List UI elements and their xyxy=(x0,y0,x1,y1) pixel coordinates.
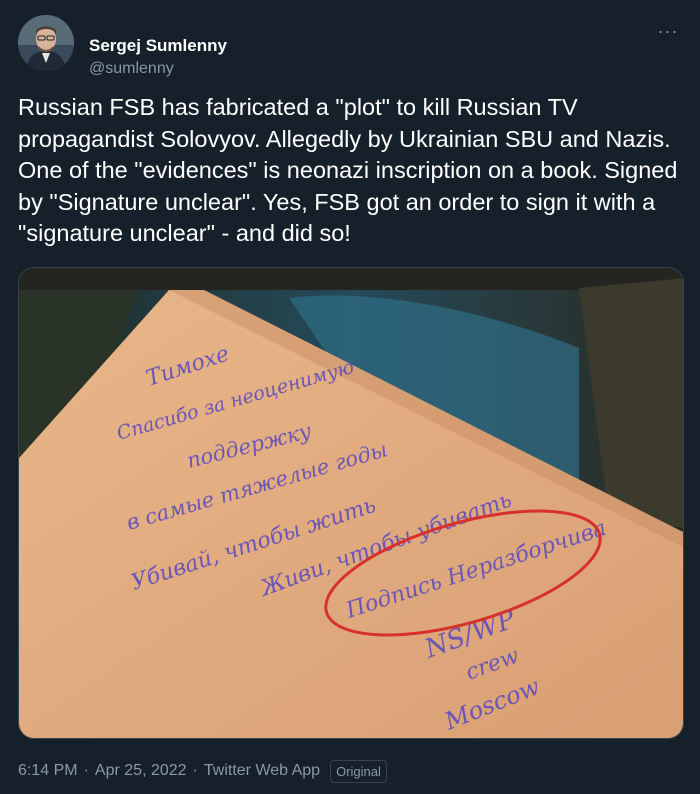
meta-separator: · xyxy=(192,762,198,779)
author-name[interactable]: Sergej Sumlenny xyxy=(89,36,227,56)
author-handle[interactable]: @sumlenny xyxy=(89,60,174,78)
tweet-image[interactable]: Тимохе Спасибо за неоценимую поддержку в… xyxy=(18,267,684,739)
tweet-metadata: 6:14 PM · Apr 25, 2022 · Twitter Web App… xyxy=(18,758,387,784)
more-options-icon[interactable]: ··· xyxy=(654,21,682,49)
tweet-header: Sergej Sumlenny @sumlenny ··· xyxy=(18,15,682,77)
book-photo: Тимохе Спасибо за неоценимую поддержку в… xyxy=(19,268,683,738)
tweet-date[interactable]: Apr 25, 2022 xyxy=(95,762,187,780)
tweet-source[interactable]: Twitter Web App xyxy=(204,762,320,780)
tweet-text: Russian FSB has fabricated a "plot" to k… xyxy=(18,94,678,246)
meta-separator: · xyxy=(83,762,89,779)
tweet-time[interactable]: 6:14 PM xyxy=(18,762,78,780)
avatar[interactable] xyxy=(18,15,74,71)
original-badge: Original xyxy=(330,759,387,783)
